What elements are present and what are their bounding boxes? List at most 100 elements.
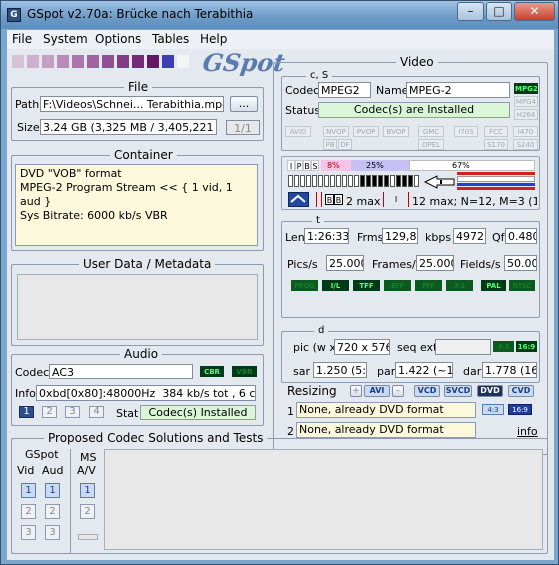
par-label: par: [377, 365, 396, 378]
gop-frame-cell: [342, 175, 347, 187]
user-data-group: User Data / Metadata: [11, 257, 264, 346]
audio-info-value: 384 kb/s tot , 6 chnls (3.: [162, 387, 256, 400]
gop-white-bar: [457, 176, 535, 182]
browse-button[interactable]: ...: [230, 96, 258, 112]
audio-stream-1-button[interactable]: 1: [19, 406, 34, 418]
title-bar[interactable]: G GSpot v2.70a: Brücke nach Terabithia –…: [1, 1, 558, 29]
p-frame-pct-bar: 25%: [351, 160, 409, 171]
gspot-app-icon[interactable]: G: [7, 8, 21, 22]
maximize-button[interactable]: □: [486, 2, 512, 21]
cs-title: c, S: [306, 71, 333, 81]
gop-frame-cell: [384, 175, 389, 187]
pal-badge: PAL: [481, 280, 506, 291]
cbr-badge: CBR: [200, 366, 224, 377]
gop-frame-cell: [354, 175, 359, 187]
color-strip-swatch: [87, 55, 99, 68]
b-frames-value: 2 max: [346, 195, 381, 208]
resize-minus-button[interactable]: –: [392, 385, 404, 397]
gop-frame-cell: [306, 175, 311, 187]
par-field: 1.422 (~10:: [395, 362, 453, 378]
vid-2-button[interactable]: 2: [21, 504, 36, 519]
gmc-badge: GMC: [418, 126, 444, 137]
part-field: 1/1: [226, 120, 260, 135]
av-label: A/V: [77, 464, 96, 477]
pff-badge: PFF: [415, 280, 442, 291]
t-title: t: [312, 216, 324, 226]
gspot-window: G GSpot v2.70a: Brücke nach Terabithia –…: [0, 0, 559, 565]
menu-options[interactable]: Options: [95, 32, 141, 46]
gop-frame-cell: [366, 175, 371, 187]
gop-frame-cell: [378, 175, 383, 187]
pvop-badge: PVOP: [353, 126, 379, 137]
audio-codec-label: Codec: [15, 366, 50, 379]
color-strip-swatch: [42, 55, 54, 68]
size-field: 3.24 GB (3,325 MB / 3,405,221 KB: [40, 119, 217, 135]
b-frame-b2: B: [334, 194, 343, 205]
aud-1-button[interactable]: 1: [45, 483, 60, 498]
resize-plus-button[interactable]: +: [350, 385, 362, 397]
av-2-button[interactable]: 2: [80, 504, 95, 519]
mpg4-badge: MPG4: [514, 96, 538, 107]
proposed-divider: [70, 449, 71, 553]
il-badge: I/L: [322, 280, 349, 291]
audio-stream-2-button[interactable]: 2: [42, 406, 57, 418]
resize-svcd-button[interactable]: SVCD: [444, 385, 472, 397]
file-group: File Path F:\Videos\Schnei... Terabithia…: [11, 80, 264, 141]
vid-3-button[interactable]: 3: [21, 525, 36, 540]
menu-tables[interactable]: Tables: [152, 32, 189, 46]
gop-frame-cell: [324, 175, 329, 187]
frames-label: Frames/s: [372, 258, 422, 271]
av-1-button[interactable]: 1: [80, 483, 95, 498]
pics-label: Pics/s: [287, 258, 318, 271]
color-strip-swatch: [12, 55, 24, 68]
color-strip-swatch: [102, 55, 114, 68]
user-data-box: [17, 274, 258, 340]
resize-avi-button[interactable]: AVI: [364, 385, 390, 397]
audio-codec-field: AC3: [49, 364, 193, 379]
aud-2-button[interactable]: 2: [45, 504, 60, 519]
vid-1-button[interactable]: 1: [21, 483, 36, 498]
color-strip-swatch: [162, 55, 174, 68]
frames-field: 25.000: [416, 255, 454, 271]
info-link[interactable]: info: [517, 425, 538, 438]
user-data-title: User Data / Metadata: [79, 257, 216, 271]
menu-file[interactable]: File: [12, 32, 32, 46]
proposed-group: Proposed Codec Solutions and Tests GSpot…: [11, 431, 548, 554]
bvop-badge: BVOP: [383, 126, 409, 137]
s240-badge: S240: [513, 139, 538, 150]
audio-stream-3-button[interactable]: 3: [65, 406, 80, 418]
nvop-badge: NVOP: [323, 126, 349, 137]
frms-label: Frms: [357, 231, 384, 244]
audio-stream-4-button[interactable]: 4: [89, 406, 104, 418]
close-button[interactable]: ✕: [514, 2, 555, 21]
proposed-results-box: [104, 449, 543, 550]
ntsc-badge: NTSC: [509, 280, 535, 291]
ar-16-9-badge: 16:9: [516, 341, 537, 352]
gop-frame-cell: [330, 175, 335, 187]
fcc-badge: FCC: [484, 126, 508, 137]
gop-frame-cell: [408, 175, 413, 187]
resize-cvd-button[interactable]: CVD: [508, 385, 534, 397]
len-field: 1:26:33: [304, 228, 349, 244]
aud-3-button[interactable]: 3: [45, 525, 60, 540]
h264-badge: H264: [514, 109, 538, 120]
color-strip-swatch: [72, 55, 84, 68]
gop-red-bar-2: [457, 187, 535, 190]
dar-label: dar: [463, 365, 482, 378]
gop-frame-cell: [360, 175, 365, 187]
menu-help[interactable]: Help: [200, 32, 227, 46]
av-3-slot: [78, 534, 98, 540]
menu-system[interactable]: System: [43, 32, 88, 46]
sar-label: sar: [293, 365, 310, 378]
color-strip-swatch: [117, 55, 129, 68]
s170-badge: S170: [484, 139, 508, 150]
path-field[interactable]: F:\Videos\Schnei... Terabithia.mpg: [40, 96, 224, 112]
resize-vcd-button[interactable]: VCD: [414, 385, 440, 397]
fields-field: 50.000: [504, 255, 537, 271]
resize-dvd-button[interactable]: DVD: [477, 385, 503, 397]
minimize-button[interactable]: –: [457, 2, 484, 21]
frame-type-p: P: [295, 160, 303, 171]
gop-size-marker-icon: I: [383, 192, 409, 207]
proposed-title: Proposed Codec Solutions and Tests: [44, 431, 268, 445]
resize-1-number: 1: [287, 405, 294, 418]
